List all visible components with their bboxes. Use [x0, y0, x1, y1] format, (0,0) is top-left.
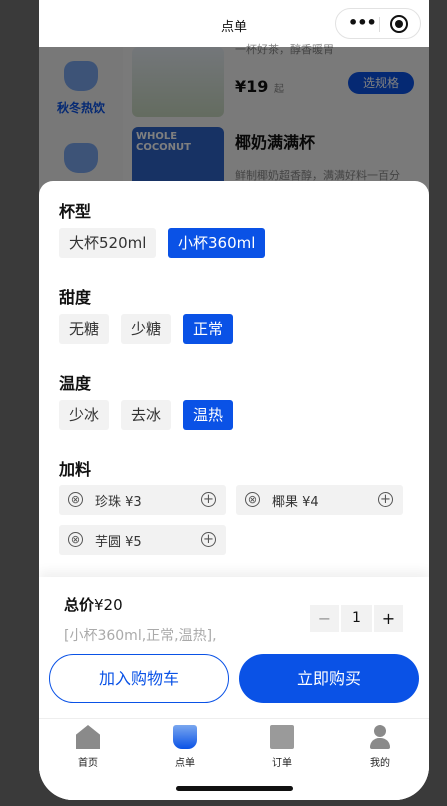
selection-summary: [小杯360ml,正常,温热], — [64, 628, 217, 644]
order-icon — [270, 725, 294, 749]
user-icon — [368, 725, 392, 749]
option-no-sugar[interactable]: 无糖 — [59, 314, 110, 344]
tab-mine[interactable]: 我的 — [350, 725, 410, 769]
decrease-button[interactable]: − — [310, 605, 339, 632]
more-icon[interactable]: ••• — [348, 13, 377, 32]
add-circle-icon[interactable]: + — [201, 492, 216, 507]
tab-label: 订单 — [272, 758, 292, 769]
tab-home[interactable]: 首页 — [58, 725, 118, 769]
total-value: ¥20 — [94, 596, 123, 614]
quantity-value[interactable]: 1 — [341, 605, 372, 632]
buy-now-button[interactable]: 立即购买 — [239, 654, 419, 703]
topping-item: ⊗ 珍珠 ¥3 + — [59, 485, 226, 515]
checkout-footer: 总价¥20 [小杯360ml,正常,温热], − 1 + 加入购物车 立即购买 — [39, 577, 429, 718]
remove-circle-icon[interactable]: ⊗ — [68, 532, 83, 547]
option-less-sugar[interactable]: 少糖 — [121, 314, 172, 344]
home-indicator — [176, 786, 293, 791]
remove-circle-icon[interactable]: ⊗ — [245, 492, 260, 507]
topping-name: 珍珠 ¥3 — [95, 495, 142, 510]
sweetness-title: 甜度 — [59, 288, 92, 307]
option-small-cup[interactable]: 小杯360ml — [168, 228, 266, 258]
add-circle-icon[interactable]: + — [201, 532, 216, 547]
option-warm[interactable]: 温热 — [183, 400, 234, 430]
navbar: 点单 ••• — [39, 0, 429, 47]
remove-circle-icon[interactable]: ⊗ — [68, 492, 83, 507]
tab-label: 点单 — [175, 758, 195, 769]
topping-item: ⊗ 芋圆 ¥5 + — [59, 525, 226, 555]
home-icon — [76, 725, 100, 749]
toppings-title: 加料 — [59, 460, 92, 479]
close-target-icon[interactable] — [390, 15, 408, 33]
cup-size-title: 杯型 — [59, 202, 92, 221]
tab-label: 首页 — [78, 758, 98, 769]
option-no-ice[interactable]: 去冰 — [121, 400, 172, 430]
add-to-cart-button[interactable]: 加入购物车 — [49, 654, 229, 703]
topping-item: ⊗ 椰果 ¥4 + — [236, 485, 403, 515]
add-circle-icon[interactable]: + — [378, 492, 393, 507]
phone-screen: 点单 ••• 秋冬热饮 一杯好茶，醇香暖胃 ¥19 起 选规格 WHOLE CO… — [39, 0, 429, 800]
increase-button[interactable]: + — [374, 605, 403, 632]
topping-name: 椰果 ¥4 — [272, 495, 319, 510]
option-normal-sugar[interactable]: 正常 — [183, 314, 234, 344]
total-label: 总价 — [64, 596, 95, 614]
tab-label: 我的 — [370, 758, 390, 769]
option-less-ice[interactable]: 少冰 — [59, 400, 110, 430]
tab-order[interactable]: 点单 — [155, 725, 215, 769]
topping-name: 芋圆 ¥5 — [95, 535, 142, 550]
temperature-title: 温度 — [59, 374, 92, 393]
capsule-divider — [379, 17, 380, 32]
spec-sheet: 杯型 大杯520ml 小杯360ml 甜度 无糖 少糖 正常 温度 少冰 去冰 … — [39, 181, 429, 800]
total-price: 总价¥20 — [64, 594, 123, 615]
option-large-cup[interactable]: 大杯520ml — [59, 228, 157, 258]
miniprogram-capsule: ••• — [335, 8, 421, 39]
cup-icon — [173, 725, 197, 749]
tab-orders[interactable]: 订单 — [252, 725, 312, 769]
